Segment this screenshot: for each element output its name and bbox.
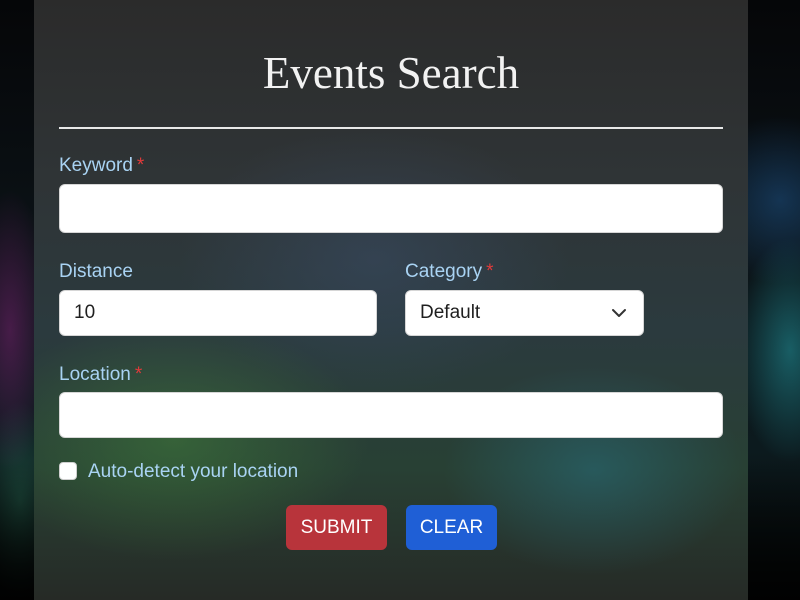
- distance-input[interactable]: 10: [59, 290, 377, 336]
- auto-detect-checkbox[interactable]: [59, 462, 77, 480]
- search-form-panel: Events Search Keyword * Distance 10 Categ…: [34, 0, 748, 600]
- keyword-label-text: Keyword: [59, 155, 133, 176]
- location-label: Location *: [59, 364, 142, 386]
- keyword-required-mark: *: [136, 155, 145, 176]
- location-label-text: Location: [59, 364, 131, 385]
- page-title: Events Search: [262, 48, 520, 98]
- location-input[interactable]: [59, 392, 723, 438]
- category-required-mark: *: [486, 261, 494, 282]
- distance-label: Distance: [59, 261, 133, 282]
- category-selected-value: Default: [420, 302, 481, 323]
- chevron-down-icon: [611, 305, 627, 321]
- keyword-label: Keyword *: [59, 155, 144, 177]
- category-label-text: Category: [405, 261, 483, 282]
- submit-button[interactable]: SUBMIT: [286, 505, 387, 550]
- category-select[interactable]: Default: [405, 290, 644, 336]
- location-required-mark: *: [134, 364, 143, 385]
- title-divider: [59, 127, 723, 129]
- category-label: Category *: [405, 261, 494, 283]
- auto-detect-label[interactable]: Auto-detect your location: [88, 461, 298, 483]
- keyword-input[interactable]: [59, 184, 723, 233]
- clear-button[interactable]: CLEAR: [406, 505, 497, 550]
